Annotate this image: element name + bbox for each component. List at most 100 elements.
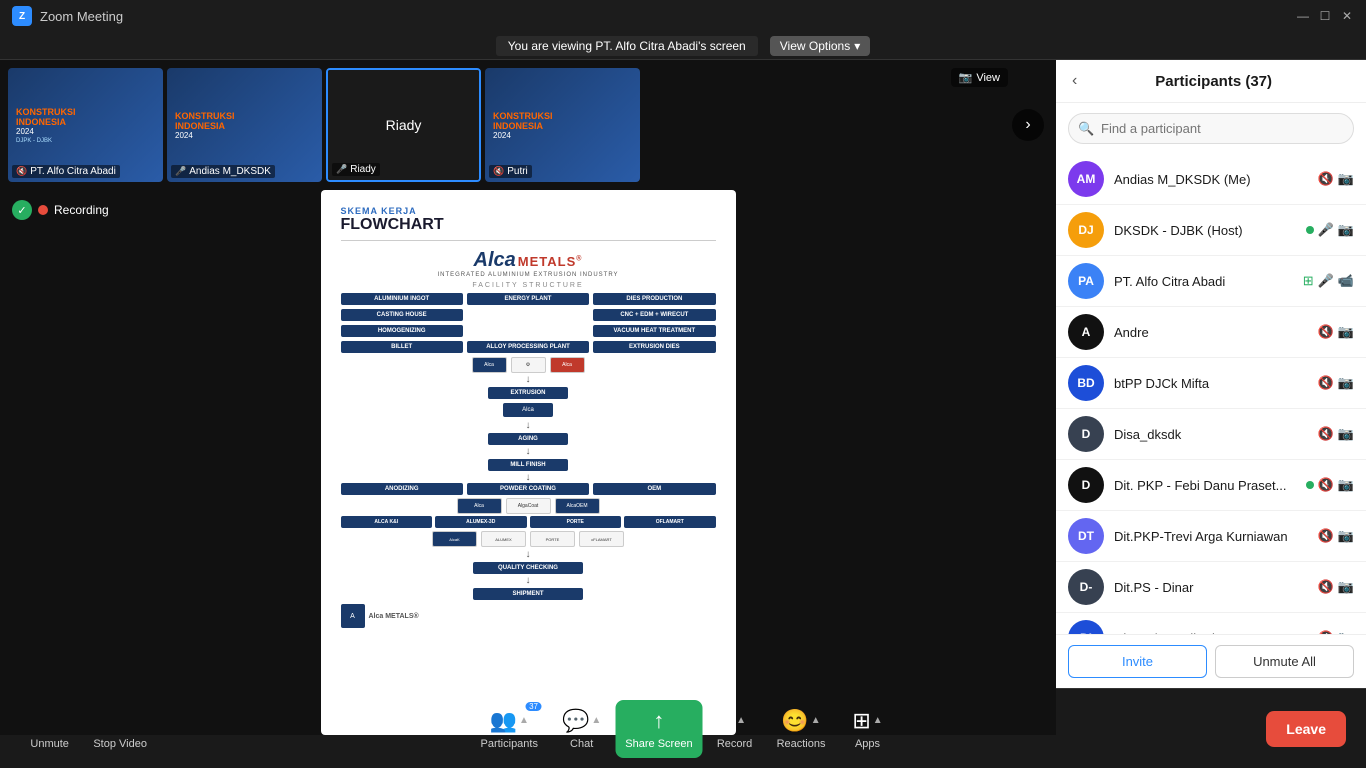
- box-dies-production: DIES PRODUCTION: [593, 293, 715, 305]
- participant-item[interactable]: DJDKSDK - DJBK (Host)🎤📷: [1056, 205, 1366, 256]
- banner-text: You are viewing PT. Alfo Citra Abadi's s…: [496, 36, 758, 56]
- participant-mic-icon: 🔇: [1318, 171, 1334, 187]
- recording-indicator: [38, 205, 48, 215]
- chat-button[interactable]: 💬 ▲ Chat: [552, 700, 611, 758]
- participants-list: AMAndias M_DKSDK (Me)🔇📷DJDKSDK - DJBK (H…: [1056, 154, 1366, 634]
- participant-icons: ⊞🎤📹: [1303, 273, 1354, 289]
- strip-next-arrow[interactable]: ›: [1012, 109, 1044, 141]
- participant-icons: 🔇📷: [1306, 477, 1354, 493]
- participant-item[interactable]: DDisa_dksdk🔇📷: [1056, 409, 1366, 460]
- participant-name: Dit. PKP - Febi Danu Praset...: [1114, 478, 1296, 493]
- video-strip: KONSTRUKSI INDONESIA 2024 DJPK - DJBK 🔇 …: [0, 60, 1056, 190]
- participant-avatar: A: [1068, 314, 1104, 350]
- participant-avatar: AM: [1068, 161, 1104, 197]
- participant-item[interactable]: PAPT. Alfo Citra Abadi⊞🎤📹: [1056, 256, 1366, 307]
- box-shipment: SHIPMENT: [473, 588, 583, 600]
- participants-panel: ‹ Participants (37) 🔍 AM Andias M_DKSDK (…: [1056, 60, 1366, 688]
- participants-btn-wrap: 👥 ▲ Participants 37: [471, 700, 548, 758]
- box-alumex: ALUMEX-3D: [435, 516, 527, 528]
- flowchart-title: FLOWCHART: [341, 216, 716, 241]
- participant-avatar: PA: [1068, 263, 1104, 299]
- skema-label: SKEMA KERJA: [341, 206, 716, 216]
- window-controls[interactable]: — ☐ ✕: [1296, 9, 1354, 23]
- thumb-name-2: Andias M_DKSDK: [189, 166, 271, 177]
- title-bar: Z Zoom Meeting — ☐ ✕: [0, 0, 1366, 32]
- participant-mic-icon: 🔇: [1318, 426, 1334, 442]
- reactions-button[interactable]: 😊 ▲ Reactions: [767, 700, 836, 758]
- participant-name: btPP DJCk Mifta: [1114, 376, 1308, 391]
- apps-chevron: ▲: [873, 715, 883, 726]
- participant-camera-icon: 📷: [1338, 222, 1354, 238]
- participant-item[interactable]: DIDit.PS | Gandi Wirotama🔇📷: [1056, 613, 1366, 634]
- box-anodizing: ANODIZING: [341, 483, 463, 495]
- box-aging: AGING: [488, 433, 568, 445]
- alca-logo: Alca METALS® INTEGRATED ALUMINIUM EXTRUS…: [341, 249, 716, 278]
- box-porte: PORTE: [530, 516, 622, 528]
- participant-item[interactable]: BD btPP DJCk Mifta 🔇📷: [1056, 358, 1366, 409]
- participants-panel-title: Participants (37): [1155, 73, 1272, 90]
- maximize-button[interactable]: ☐: [1318, 9, 1332, 23]
- box-energy-plant: ENERGY PLANT: [467, 293, 589, 305]
- box-vacuum: VACUUM HEAT TREATMENT: [593, 325, 715, 337]
- flowchart-center-col: ↓ EXTRUSION Alca ↓ AGING ↓ MILL FINISH ↓: [341, 375, 716, 483]
- logo-row: Alca ⚙ Alca: [341, 357, 716, 373]
- thumb-name-3: Riady: [386, 117, 422, 133]
- participant-search-box: 🔍: [1068, 113, 1354, 144]
- invite-button[interactable]: Invite: [1068, 645, 1207, 678]
- box-casting-house: CASTING HOUSE: [341, 309, 463, 321]
- box-alloy: ALLOY PROCESSING PLANT: [467, 341, 589, 353]
- box-aluminium-ingot: ALUMINIUM INGOT: [341, 293, 463, 305]
- recording-label: Recording: [54, 203, 109, 217]
- participant-icons: 🎤📷: [1306, 222, 1354, 238]
- flowchart-document: SKEMA KERJA FLOWCHART Alca METALS® INTEG…: [321, 190, 736, 735]
- close-button[interactable]: ✕: [1340, 9, 1354, 23]
- panel-footer: Invite Unmute All: [1056, 634, 1366, 688]
- participant-mic-icon: 🎤: [1318, 273, 1334, 289]
- participant-name: Andias M_DKSDK (Me): [1114, 172, 1308, 187]
- participant-item[interactable]: DTDit.PKP-Trevi Arga Kurniawan🔇📷: [1056, 511, 1366, 562]
- participant-icons: 🔇📷: [1318, 171, 1354, 187]
- participant-camera-icon: 📷: [1338, 477, 1354, 493]
- participant-icons: 🔇📷: [1318, 426, 1354, 442]
- reactions-icon: 😊: [781, 708, 808, 734]
- screen-share-content: SKEMA KERJA FLOWCHART Alca METALS® INTEG…: [0, 190, 1056, 735]
- video-thumb-3[interactable]: Riady 🎤 Riady: [326, 68, 481, 182]
- unmute-all-button[interactable]: Unmute All: [1215, 645, 1354, 678]
- participants-icon: 👥: [490, 708, 517, 734]
- record-button[interactable]: ⏺ ▲ Record: [707, 700, 763, 758]
- participant-name: Dit.PS - Dinar: [1114, 580, 1308, 595]
- view-button[interactable]: 📷 View: [951, 68, 1008, 87]
- participant-mic-icon: 🔇: [1318, 477, 1334, 493]
- toolbar-right-group: Leave: [1266, 711, 1346, 747]
- video-thumb-1[interactable]: KONSTRUKSI INDONESIA 2024 DJPK - DJBK 🔇 …: [8, 68, 163, 182]
- panel-collapse-button[interactable]: ‹: [1072, 72, 1077, 90]
- minimize-button[interactable]: —: [1296, 9, 1310, 23]
- zoom-logo: Z: [12, 6, 32, 26]
- video-thumb-2[interactable]: KONSTRUKSI INDONESIA 2024 🎤 Andias M_DKS…: [167, 68, 322, 182]
- participant-name: Dit.PKP-Trevi Arga Kurniawan: [1114, 529, 1308, 544]
- flowchart-row1: ALUMINIUM INGOT ENERGY PLANT DIES PRODUC…: [341, 293, 716, 305]
- participant-mic-icon: 🔇: [1318, 324, 1334, 340]
- participant-icons: 🔇📷: [1318, 375, 1354, 391]
- participant-avatar: D: [1068, 467, 1104, 503]
- box-cnc: CNC + EDM + WIRECUT: [593, 309, 715, 321]
- participant-item[interactable]: D-Dit.PS - Dinar🔇📷: [1056, 562, 1366, 613]
- participant-camera-icon: 📷: [1338, 324, 1354, 340]
- video-thumb-4[interactable]: KONSTRUKSI INDONESIA 2024 🔇 Putri: [485, 68, 640, 182]
- leave-button[interactable]: Leave: [1266, 711, 1346, 747]
- participant-avatar: DJ: [1068, 212, 1104, 248]
- participant-avatar: BD: [1068, 365, 1104, 401]
- participants-chevron: ▲: [519, 715, 529, 726]
- participant-mic-icon: 🔇: [1318, 579, 1334, 595]
- view-options-button[interactable]: View Options ▾: [770, 36, 871, 56]
- panel-header: ‹ Participants (37): [1056, 60, 1366, 103]
- participant-camera-icon: 📹: [1338, 273, 1354, 289]
- box-homogenizing: HOMOGENIZING: [341, 325, 463, 337]
- participant-item[interactable]: AM Andias M_DKSDK (Me) 🔇📷: [1056, 154, 1366, 205]
- participant-item[interactable]: AAndre🔇📷: [1056, 307, 1366, 358]
- participant-search-input[interactable]: [1068, 113, 1354, 144]
- participant-mic-icon: 🔇: [1318, 528, 1334, 544]
- share-screen-button[interactable]: ↑ Share Screen: [615, 700, 702, 758]
- participant-item[interactable]: D Dit. PKP - Febi Danu Praset... 🔇📷: [1056, 460, 1366, 511]
- apps-button[interactable]: ⊞ ▲ Apps: [839, 700, 895, 758]
